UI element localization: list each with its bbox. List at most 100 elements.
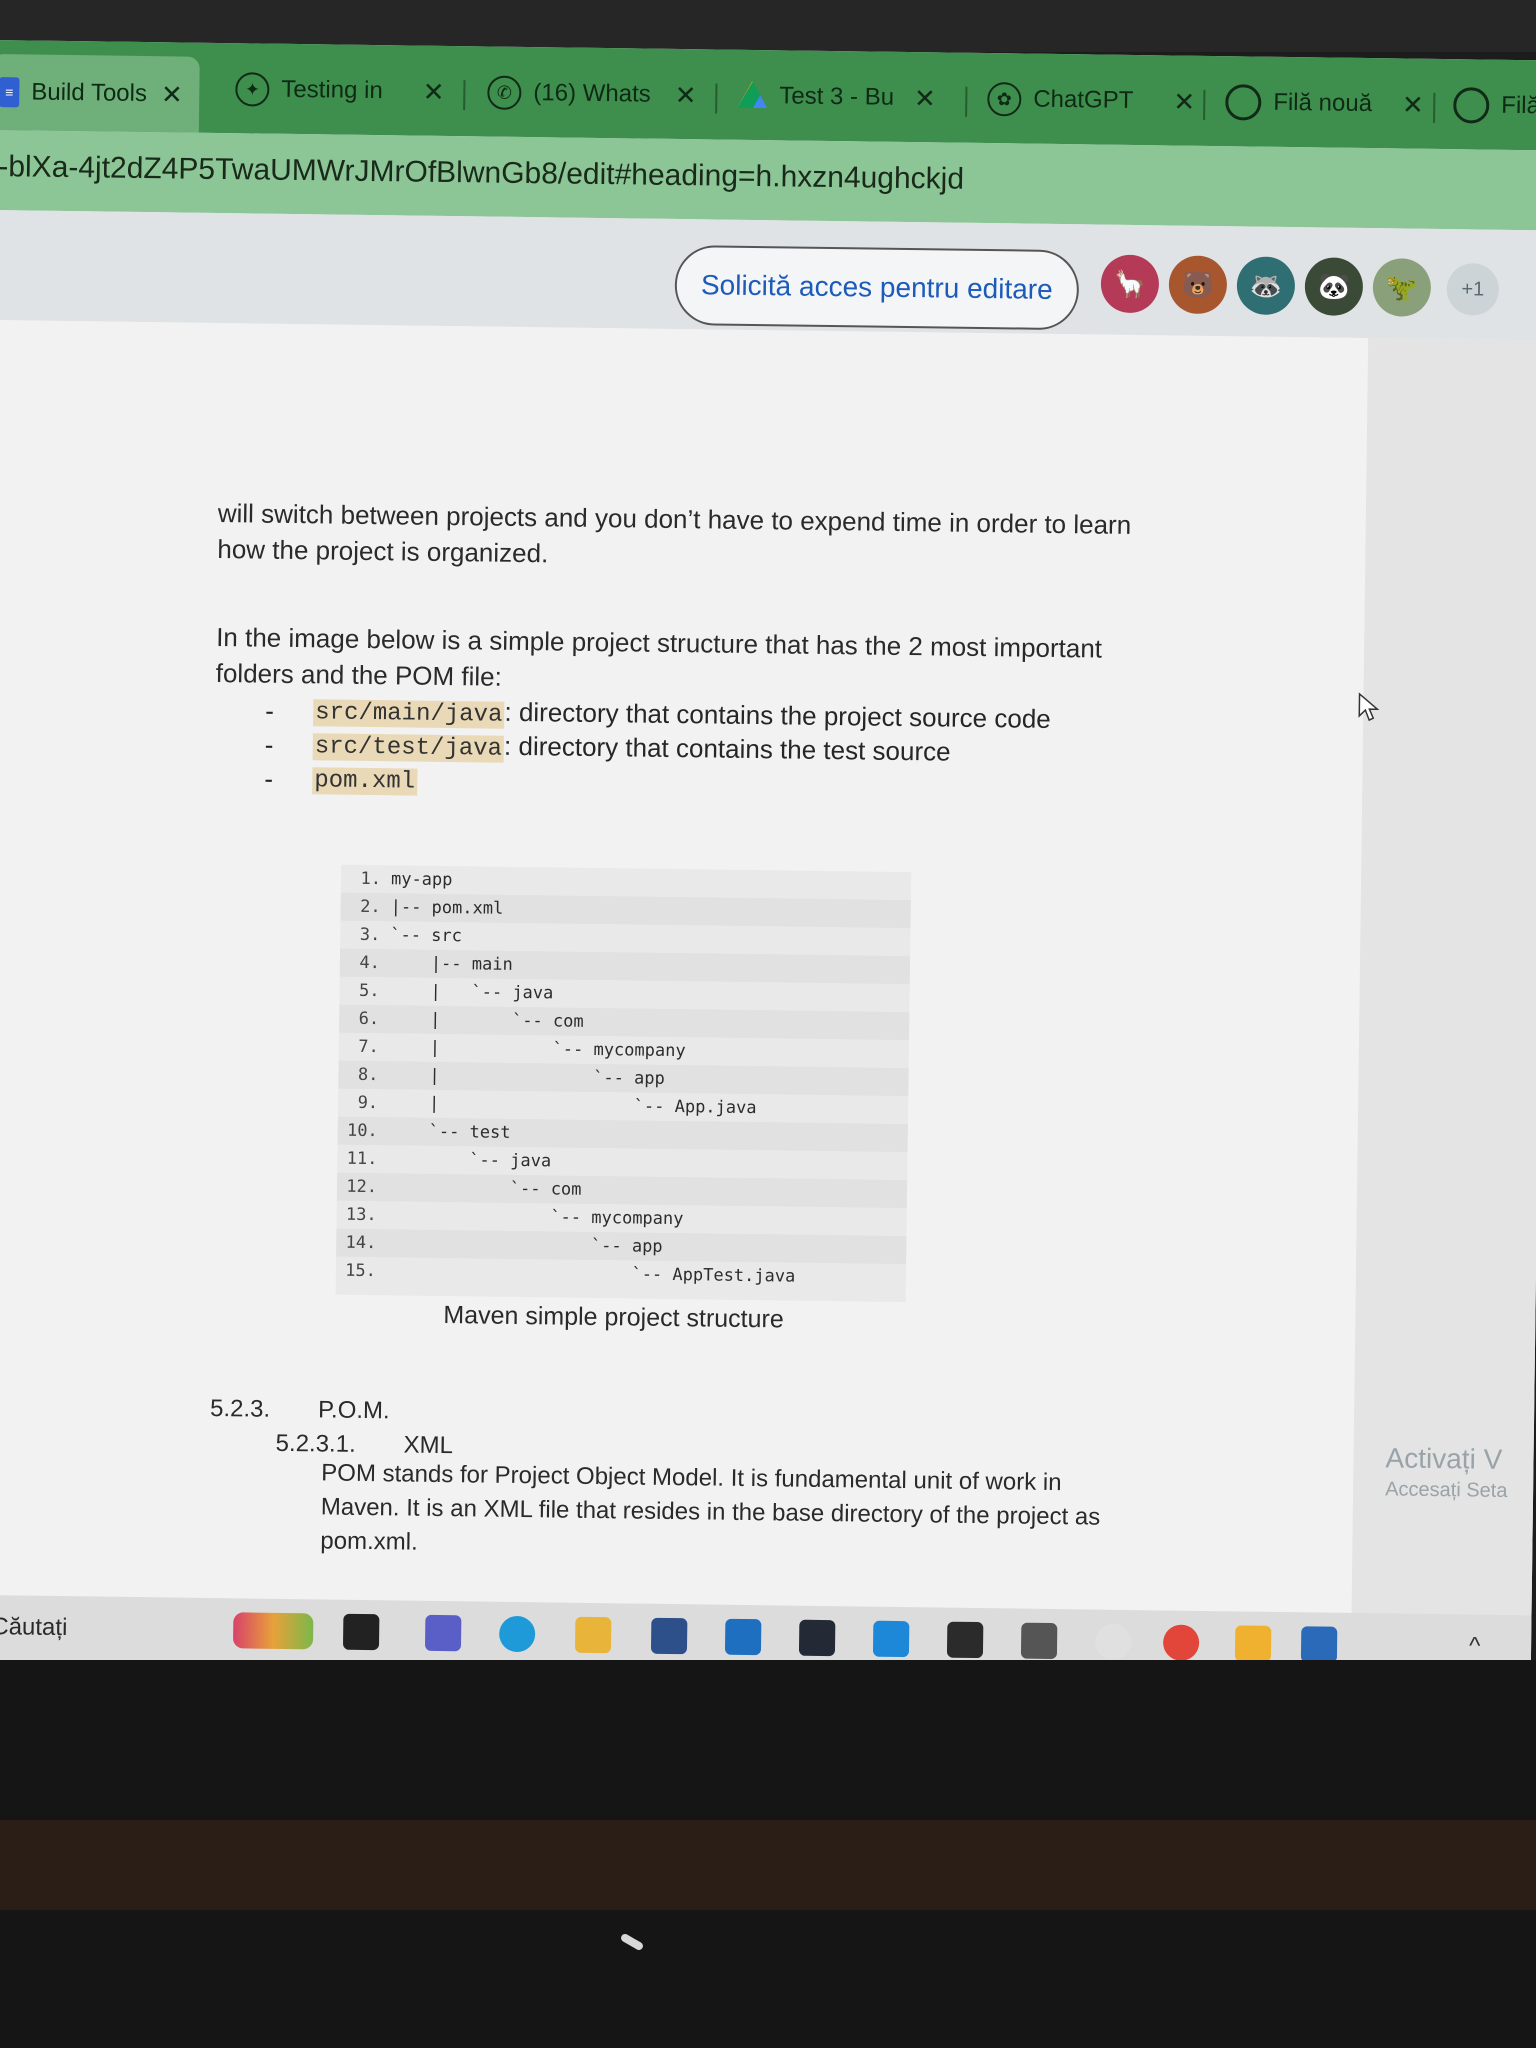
tab-separator [1433, 92, 1436, 123]
subsection-number: 5.2.3.1. [275, 1429, 356, 1458]
chevron-up-icon[interactable]: ^ [1469, 1632, 1481, 1660]
tab-label: ChatGPT [1033, 85, 1134, 114]
line-number: 3. [359, 924, 381, 946]
gemini-icon: ✦ [235, 72, 270, 107]
section-title: P.O.M. [317, 1396, 390, 1425]
bullet-dash: - [264, 729, 274, 760]
project-structure-image: 1. my-app 2. |-- pom.xml 3. `-- src 4. |-- … [335, 864, 912, 1303]
paragraph: will switch between projects and you don… [217, 495, 1131, 579]
bullet-dash: - [265, 695, 275, 726]
code-text: |-- main [389, 953, 513, 975]
section-number: 5.2.3. [209, 1394, 271, 1423]
code-text: |-- pom.xml [390, 897, 504, 919]
notepad-icon[interactable] [1020, 1622, 1058, 1660]
line-number: 1. [360, 868, 382, 890]
drive-icon [737, 81, 767, 111]
screen: ≡ Build Tools ✕ ✦ Testing in ✕ ✆ (16) Wh… [0, 40, 1536, 1686]
task-view-icon[interactable] [342, 1613, 380, 1651]
raccoon-avatar-icon[interactable]: 🦝 [1236, 256, 1296, 316]
tab-separator [1203, 89, 1206, 120]
paragraph: In the image below is a simple project s… [215, 619, 1103, 703]
tab-new-tab-2[interactable]: Filă [1453, 77, 1536, 134]
pinned-app-icon[interactable] [1234, 1625, 1272, 1662]
inline-code: src/test/java [312, 733, 505, 763]
code-text: `-- test [387, 1121, 511, 1143]
code-text: `-- app [386, 1233, 663, 1257]
code-text: | `-- java [389, 981, 554, 1004]
request-edit-access-button[interactable]: Solicită acces pentru editare [674, 244, 1080, 331]
tab-separator [463, 80, 466, 111]
tulips-widget-icon[interactable] [232, 1612, 314, 1650]
tab-separator [965, 86, 968, 117]
close-icon[interactable]: ✕ [914, 83, 936, 114]
electron-app-icon[interactable] [798, 1619, 836, 1657]
close-icon[interactable]: ✕ [675, 79, 697, 110]
tab-label: Build Tools [31, 78, 148, 108]
url-text[interactable]: -blXa-4jt2dZ4P5TwaUMWrJMrOfBlwnGb8/edit#… [0, 150, 964, 197]
teams-icon[interactable] [424, 1614, 462, 1652]
close-icon[interactable]: ✕ [1173, 86, 1195, 117]
line-number: 9. [357, 1092, 379, 1114]
mail-icon[interactable] [724, 1618, 762, 1656]
app-icon[interactable] [1094, 1623, 1132, 1661]
tab-label: (16) Whats [533, 79, 651, 108]
line-number: 6. [358, 1008, 380, 1030]
line-number: 15. [345, 1260, 377, 1282]
code-text: `-- mycompany [386, 1205, 684, 1230]
line-number: 5. [358, 980, 380, 1002]
line-number: 10. [346, 1120, 378, 1142]
tab-build-tools[interactable]: ≡ Build Tools ✕ [0, 53, 200, 133]
llama-avatar-icon[interactable]: 🦙 [1100, 254, 1160, 314]
mouse-cursor-icon [1358, 692, 1380, 722]
tab-new-tab[interactable]: Filă nouă ✕ [1225, 74, 1426, 133]
more-users-badge[interactable]: +1 [1446, 263, 1500, 316]
code-text: `-- com [386, 1177, 582, 1200]
notes-app-icon[interactable] [1300, 1626, 1338, 1663]
code-text: | `-- app [388, 1065, 665, 1089]
docs-icon: ≡ [0, 77, 20, 108]
whatsapp-icon: ✆ [487, 75, 522, 110]
code-text: | `-- com [389, 1009, 584, 1032]
desk-edge [0, 1820, 1536, 1910]
tab-label: Filă [1501, 91, 1536, 120]
subsection-title: XML [403, 1431, 454, 1460]
terminal-icon[interactable] [946, 1621, 984, 1659]
tab-testing[interactable]: ✦ Testing in ✕ [235, 61, 446, 120]
tab-separator [715, 83, 718, 114]
line-number: 11. [346, 1148, 378, 1170]
code-text: `-- java [387, 1149, 552, 1172]
line-number: 7. [358, 1036, 379, 1058]
edge-icon[interactable] [498, 1615, 536, 1653]
line-number: 13. [345, 1204, 377, 1226]
line-number: 8. [357, 1064, 379, 1086]
close-icon[interactable]: ✕ [423, 76, 445, 107]
list-item: pom.xml [312, 762, 418, 796]
vscode-icon[interactable] [872, 1620, 910, 1658]
file-explorer-icon[interactable] [574, 1616, 612, 1654]
tab-label: Filă nouă [1273, 88, 1373, 118]
docs-toolbar: Solicită acces pentru editare 🦙 🐻 🦝 🐼 🦖 … [0, 209, 1536, 341]
store-icon[interactable] [650, 1617, 688, 1655]
tab-whatsapp[interactable]: ✆ (16) Whats ✕ [487, 64, 698, 123]
dinosaur-avatar-icon[interactable]: 🦖 [1372, 258, 1432, 317]
code-text: | `-- mycompany [388, 1037, 686, 1062]
close-icon[interactable]: ✕ [161, 79, 183, 110]
page-gutter [1351, 338, 1536, 1621]
tab-chatgpt[interactable]: ✿ ChatGPT ✕ [987, 71, 1198, 130]
code-text: my-app [390, 869, 453, 891]
chrome-taskbar-icon[interactable] [1162, 1624, 1200, 1661]
taskbar-search[interactable]: ⌕ Căutați [0, 1613, 68, 1642]
panda-avatar-icon[interactable]: 🐼 [1304, 257, 1364, 316]
tab-label: Testing in [281, 75, 383, 105]
code-text: `-- src [390, 925, 463, 947]
paragraph: POM stands for Project Object Model. It … [320, 1456, 1101, 1568]
activation-watermark-title: Activați V [1385, 1442, 1503, 1475]
bear-avatar-icon[interactable]: 🐻 [1168, 255, 1228, 315]
line-number: 12. [346, 1176, 378, 1198]
tab-test3[interactable]: Test 3 - Bu ✕ [737, 68, 948, 127]
code-text: `-- AppTest.java [385, 1261, 796, 1287]
close-icon[interactable]: ✕ [1402, 89, 1424, 120]
inline-code: src/main/java [313, 699, 505, 729]
image-caption: Maven simple project structure [443, 1301, 784, 1334]
inline-code: pom.xml [312, 767, 418, 796]
